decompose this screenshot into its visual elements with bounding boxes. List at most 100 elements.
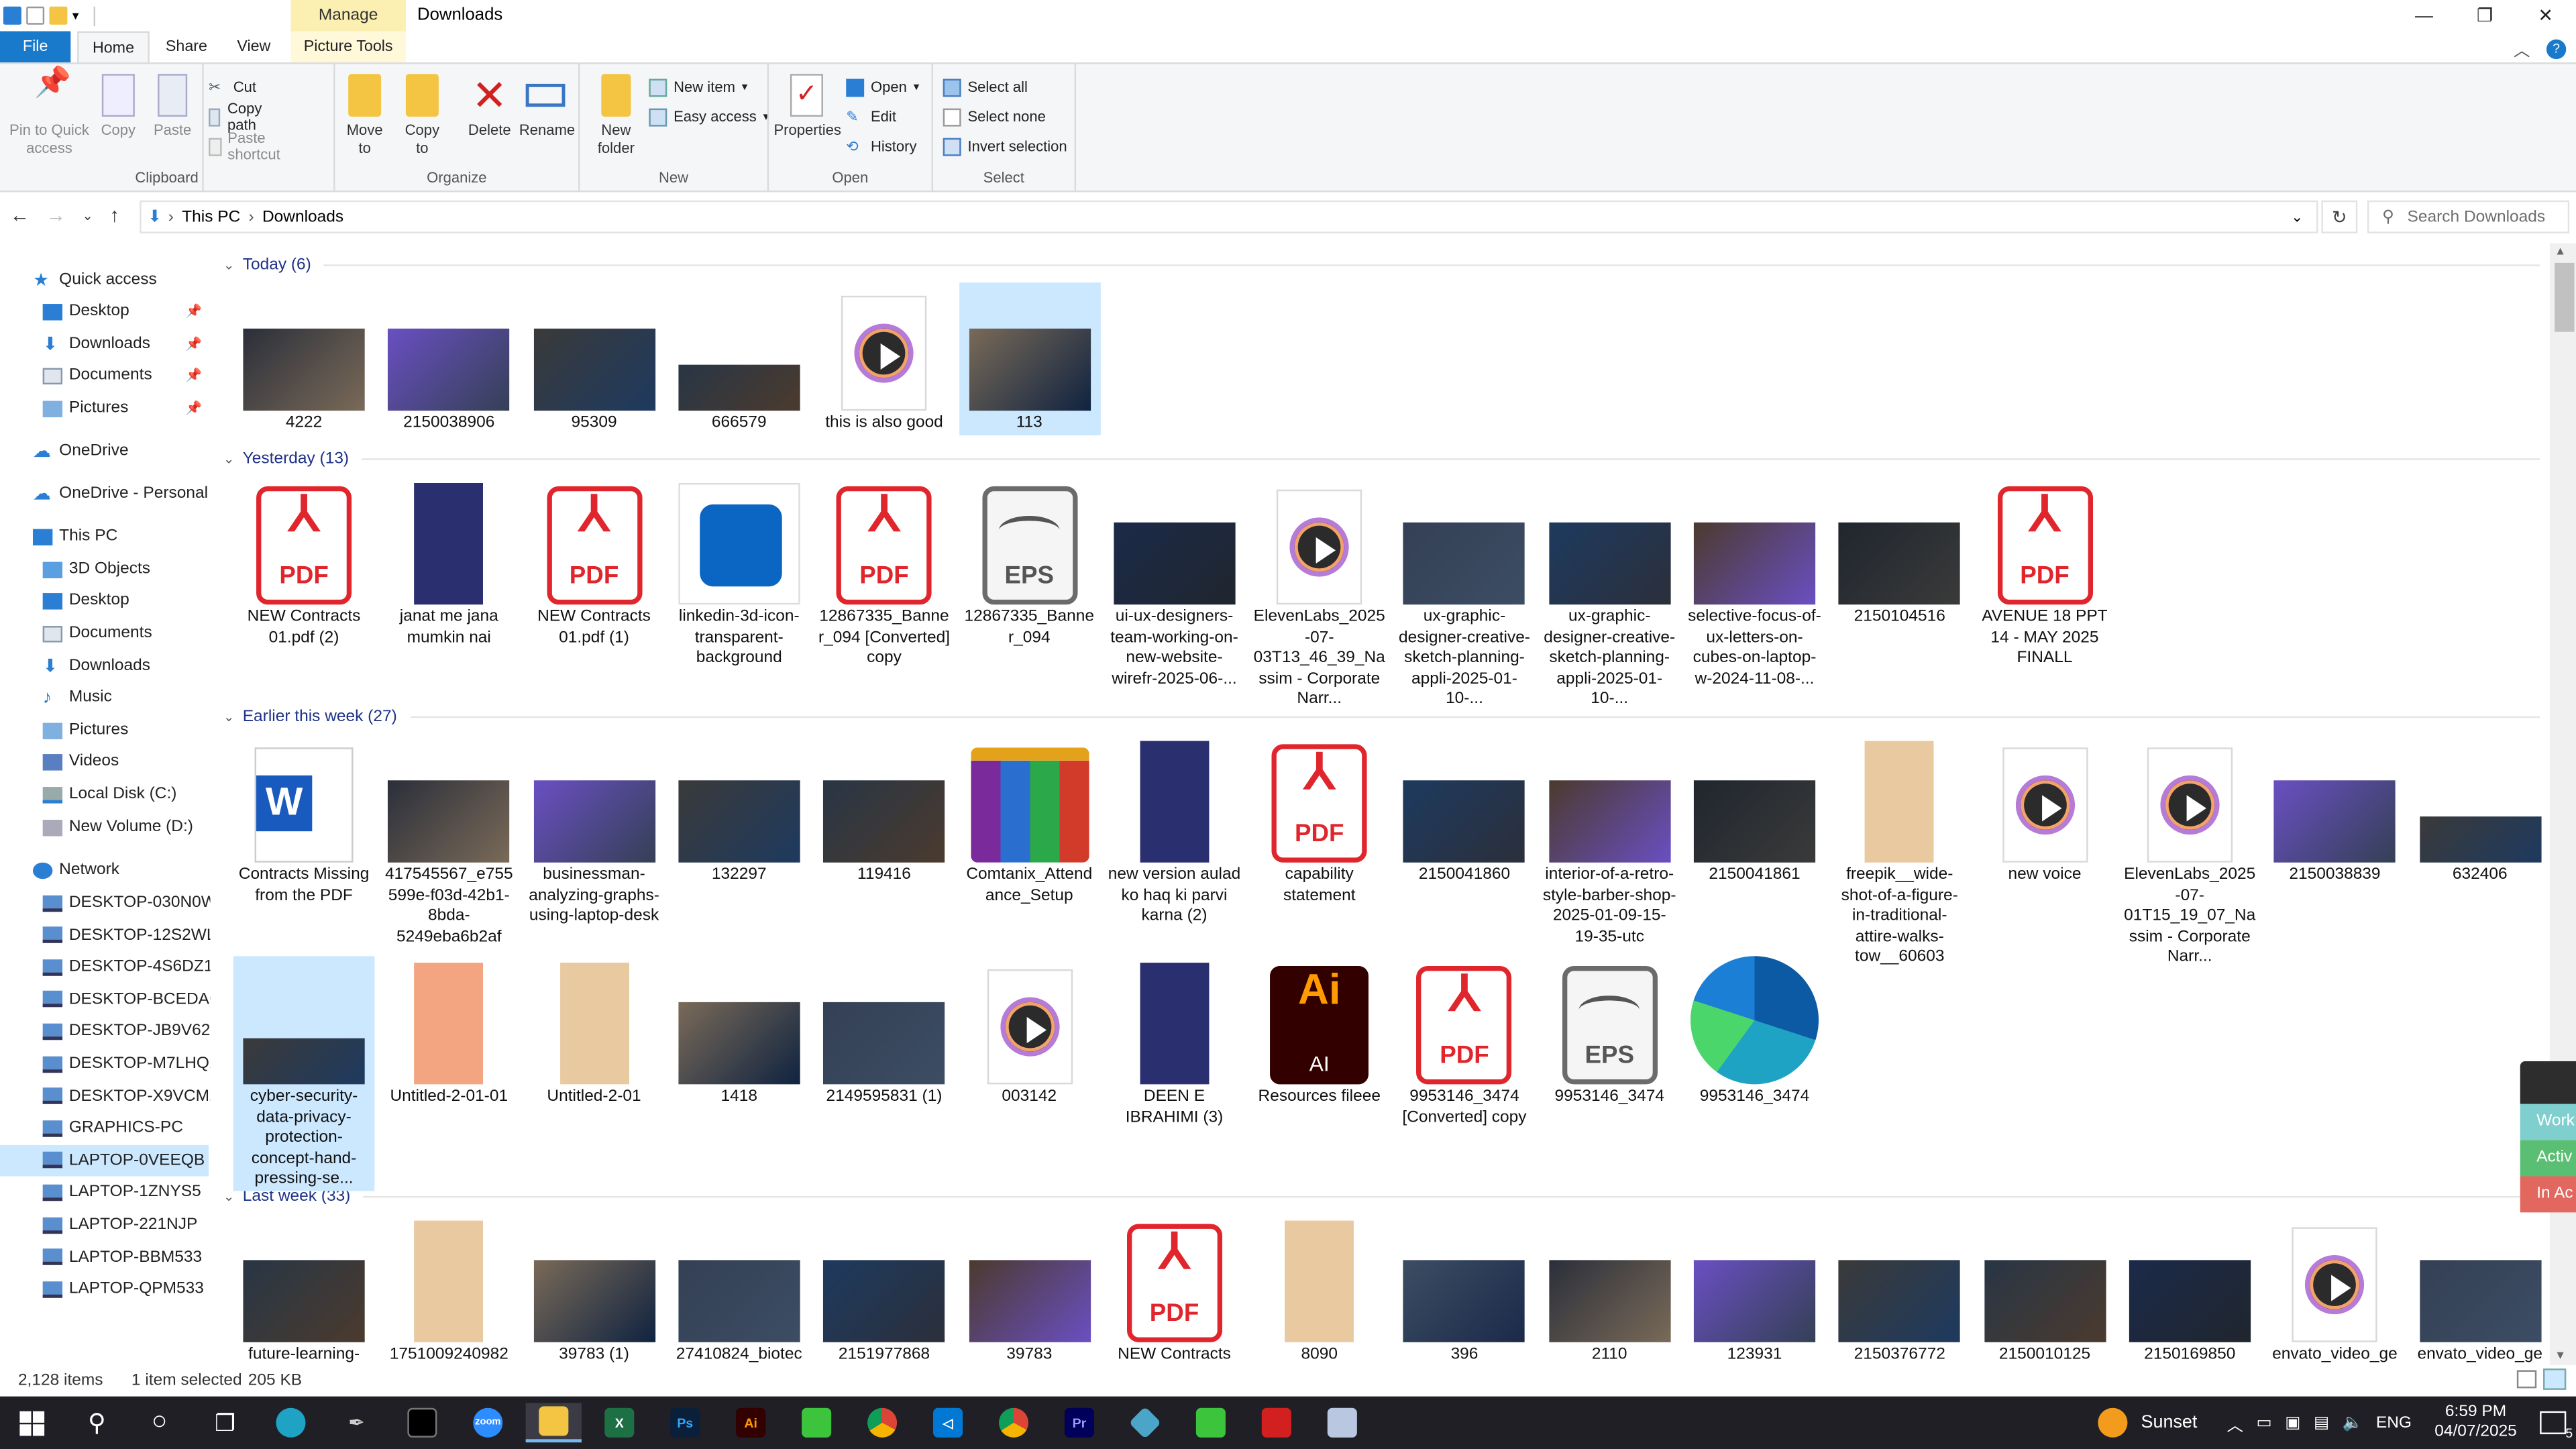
file-tile[interactable]: future-learning- (233, 1214, 375, 1365)
nav-network-computer[interactable]: LAPTOP-0VEEQB (0, 1144, 209, 1176)
file-tile[interactable]: 2150038906 (378, 282, 520, 435)
address-dropdown-icon[interactable]: ⌄ (2291, 208, 2303, 226)
acrobat-taskbar-icon[interactable] (1248, 1403, 1304, 1442)
breadcrumb-downloads[interactable]: Downloads (262, 208, 343, 226)
nav-network-computer[interactable]: GRAPHICS-PC (0, 1112, 209, 1144)
file-tile[interactable]: 2150041861 (1684, 735, 1825, 887)
copy-button[interactable]: Copy (95, 74, 142, 140)
search-icon[interactable]: ⚲ (69, 1403, 125, 1442)
phone-app-2-taskbar-icon[interactable] (1183, 1403, 1238, 1442)
paste-shortcut-button[interactable]: Paste shortcut (209, 129, 286, 162)
file-tile[interactable]: 2150010125 (1974, 1214, 2116, 1365)
file-tile[interactable]: 95309 (523, 282, 665, 435)
premiere-taskbar-icon[interactable]: Pr (1051, 1403, 1107, 1442)
device-icon[interactable]: ▣ (2285, 1413, 2300, 1432)
weather-label[interactable]: Sunset (2141, 1413, 2198, 1432)
search-box[interactable]: ⚲ Search Downloads (2367, 200, 2570, 233)
file-tile[interactable]: Comtanix_Attendance_Setup (959, 735, 1100, 907)
file-tile[interactable]: 4222 (233, 282, 375, 435)
edge-taskbar-icon[interactable] (263, 1403, 319, 1442)
nav-network-computer[interactable]: LAPTOP-221NJP (0, 1209, 209, 1240)
file-tile[interactable]: 396 (1394, 1214, 1536, 1365)
recent-locations-icon[interactable]: ⌄ (82, 208, 93, 223)
sun-weather-icon[interactable] (2098, 1407, 2128, 1438)
file-tile[interactable]: 9953146_3474 (1684, 956, 1825, 1108)
file-tile[interactable]: new voice (1974, 735, 2116, 887)
widget-active[interactable]: Activ (2520, 1140, 2576, 1177)
collapse-ribbon-icon[interactable]: ︿ (2514, 36, 2530, 61)
breadcrumb-this-pc[interactable]: This PC (182, 208, 240, 226)
nav-network-computer[interactable]: DESKTOP-12S2WL (0, 919, 216, 951)
nav-pc-downloads[interactable]: ⬇ Downloads (0, 651, 209, 682)
file-tile[interactable]: Untitled-2-01-01 (378, 956, 520, 1108)
minimize-icon[interactable]: — (2394, 0, 2455, 32)
tab-file[interactable]: File (0, 31, 71, 63)
file-tile[interactable]: 39783 (959, 1214, 1100, 1365)
group-header-today[interactable]: ⌄ Today (6) (223, 253, 2540, 276)
excel-taskbar-icon[interactable]: X (592, 1403, 647, 1442)
file-tile[interactable]: 2151977868 (814, 1214, 955, 1365)
collapse-chevron-icon[interactable]: ⌄ (223, 709, 234, 724)
nav-network[interactable]: Network (0, 854, 209, 885)
phone-app-taskbar-icon[interactable] (789, 1403, 845, 1442)
nav-pc-new-volume[interactable]: New Volume (D:) (0, 812, 209, 843)
file-tile[interactable]: 2150041860 (1394, 735, 1536, 887)
volume-icon[interactable]: 🔈 (2343, 1413, 2363, 1432)
file-tile[interactable]: 119416 (814, 735, 955, 887)
help-icon[interactable]: ? (2546, 38, 2567, 58)
forward-arrow-icon[interactable]: → (46, 204, 66, 227)
tab-share[interactable]: Share (158, 32, 215, 63)
file-tile[interactable]: EPS 12867335_Banner_094 (959, 476, 1100, 649)
file-tile[interactable]: 2150169850 (2119, 1214, 2261, 1365)
nav-onedrive-personal[interactable]: ☁ OneDrive - Personal (0, 478, 209, 510)
file-tile[interactable]: new version aulad ko haq ki parvi karna … (1104, 735, 1245, 928)
file-tile[interactable]: ⅄ PDF AVENUE 18 PPT 14 - MAY 2025 FINALL (1974, 476, 2116, 669)
file-tile[interactable]: 1751009240982 (378, 1214, 520, 1365)
pin-quick-access-button[interactable]: 📌 Pin to Quick access (7, 67, 92, 158)
close-icon[interactable]: ✕ (2515, 0, 2576, 32)
nav-pc-videos[interactable]: Videos (0, 746, 209, 777)
invert-selection-button[interactable]: Invert selection (943, 135, 1067, 158)
file-tile[interactable]: envato_video_ge (2264, 1214, 2406, 1365)
easy-access-button[interactable]: Easy access ▾ (649, 105, 769, 128)
cortana-icon[interactable]: ○ (131, 1403, 187, 1442)
file-tile[interactable]: Untitled-2-01 (523, 956, 665, 1108)
tab-view[interactable]: View (227, 32, 281, 63)
start-windows-icon[interactable] (3, 1403, 59, 1442)
file-tile[interactable]: 666579 (668, 282, 810, 435)
file-tile[interactable]: 2150104516 (1829, 476, 1970, 629)
nav-pc-music[interactable]: ♪ Music (0, 682, 209, 713)
delete-button[interactable]: ✕ Delete (465, 74, 514, 140)
open-button[interactable]: Open ▾ (846, 76, 919, 99)
group-header-lastweek[interactable]: ⌄ Last week (33) (223, 1185, 2540, 1208)
file-tile[interactable]: ui-ux-designers-team-working-on-new-webs… (1104, 476, 1245, 690)
file-tile[interactable]: ⅄ PDF 12867335_Banner_094 [Converted] copy (814, 476, 955, 669)
file-tile[interactable]: ElevenLabs_2025-07-03T13_46_39_Nassim - … (1248, 476, 1390, 710)
file-tile[interactable]: this is also good (814, 282, 955, 435)
photoshop-taskbar-icon[interactable]: Ps (657, 1403, 713, 1442)
new-folder-qat-icon[interactable] (49, 6, 68, 25)
new-item-button[interactable]: New item ▾ (649, 76, 747, 99)
qat-dropdown-icon[interactable]: ▾ (72, 8, 79, 23)
file-tile[interactable]: ⅄ PDF 9953146_3474 [Converted] copy (1394, 956, 1536, 1128)
file-tile[interactable]: 27410824_biotec (668, 1214, 810, 1365)
file-tile[interactable]: ⅄ PDF NEW Contracts (1104, 1214, 1245, 1365)
zoom-taskbar-icon[interactable]: zoom (460, 1403, 516, 1442)
nav-network-computer[interactable]: DESKTOP-030N0W (0, 887, 217, 918)
nav-network-computer[interactable]: DESKTOP-JB9V62 (0, 1016, 210, 1047)
widget-work[interactable]: Work (2520, 1104, 2576, 1140)
nav-quick-desktop[interactable]: Desktop 📌 (0, 296, 209, 327)
network-tray-icon[interactable]: ▤ (2314, 1413, 2329, 1432)
pen-icon[interactable]: ✒ (329, 1403, 384, 1442)
file-tile[interactable]: 123931 (1684, 1214, 1825, 1365)
nav-pc-local-disk[interactable]: Local Disk (C:) (0, 779, 209, 810)
file-explorer-taskbar-icon[interactable] (525, 1403, 582, 1443)
file-tile[interactable]: 2110 (1539, 1214, 1680, 1365)
nav-network-computer[interactable]: DESKTOP-X9VCM2 (0, 1080, 219, 1112)
group-header-yesterday[interactable]: ⌄ Yesterday (13) (223, 447, 2540, 470)
nav-network-computer[interactable]: LAPTOP-QPM533 (0, 1273, 209, 1305)
file-tile[interactable]: cyber-security-data-privacy-protection-c… (233, 956, 375, 1191)
chrome-profile-taskbar-icon[interactable] (985, 1403, 1041, 1442)
file-tile[interactable]: 2150038839 (2264, 735, 2406, 887)
file-tile[interactable]: EPS 9953146_3474 (1539, 956, 1680, 1108)
